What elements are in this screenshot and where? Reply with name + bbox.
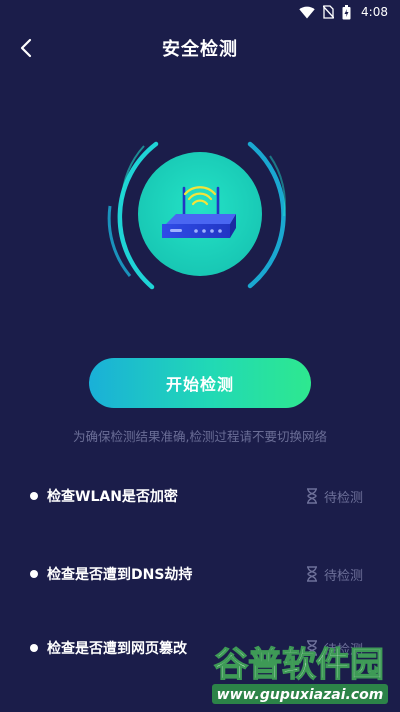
header: 安全检测 bbox=[0, 24, 400, 72]
check-item-dns: 检查是否遭到DNS劫持 待检测 bbox=[0, 554, 400, 594]
check-item-status: 待检测 bbox=[306, 487, 363, 506]
wifi-icon bbox=[299, 6, 315, 19]
watermark-url: www.gupuxiazai.com bbox=[217, 687, 384, 703]
no-sim-icon bbox=[323, 5, 335, 19]
check-status-text: 待检测 bbox=[324, 568, 364, 584]
bullet-dot bbox=[30, 492, 38, 500]
check-status-text: 待检测 bbox=[324, 490, 364, 506]
hourglass-icon bbox=[307, 640, 317, 656]
check-item-webpage: 检查是否遭到网页篡改 待检测 bbox=[0, 628, 400, 668]
start-scan-button[interactable]: 开始检测 bbox=[89, 358, 311, 408]
router-illustration bbox=[100, 126, 300, 298]
page-title: 安全检测 bbox=[162, 39, 238, 60]
check-item-label: 检查WLAN是否加密 bbox=[47, 489, 178, 505]
bullet-dot bbox=[30, 644, 38, 652]
check-item-status: 待检测 bbox=[306, 639, 363, 658]
check-item-status: 待检测 bbox=[306, 565, 363, 584]
battery-icon bbox=[342, 4, 351, 20]
scan-hint-text: 为确保检测结果准确,检测过程请不要切换网络 bbox=[73, 429, 327, 444]
check-item-label: 检查是否遭到DNS劫持 bbox=[47, 567, 193, 583]
check-item-label: 检查是否遭到网页篡改 bbox=[47, 641, 187, 657]
hourglass-icon bbox=[307, 566, 317, 582]
chevron-left-icon bbox=[20, 38, 32, 58]
hourglass-icon bbox=[307, 488, 317, 504]
bullet-dot bbox=[30, 570, 38, 578]
back-button[interactable] bbox=[10, 32, 42, 64]
security-check-screen: 4:08 安全检测 开始检测 为确保检测结果准确,检测过程请不要切换网络 检查W… bbox=[0, 0, 400, 712]
check-status-text: 待检测 bbox=[324, 642, 364, 658]
status-time: 4:08 bbox=[361, 5, 388, 19]
status-bar: 4:08 bbox=[0, 0, 400, 24]
check-item-wlan: 检查WLAN是否加密 待检测 bbox=[0, 476, 400, 516]
